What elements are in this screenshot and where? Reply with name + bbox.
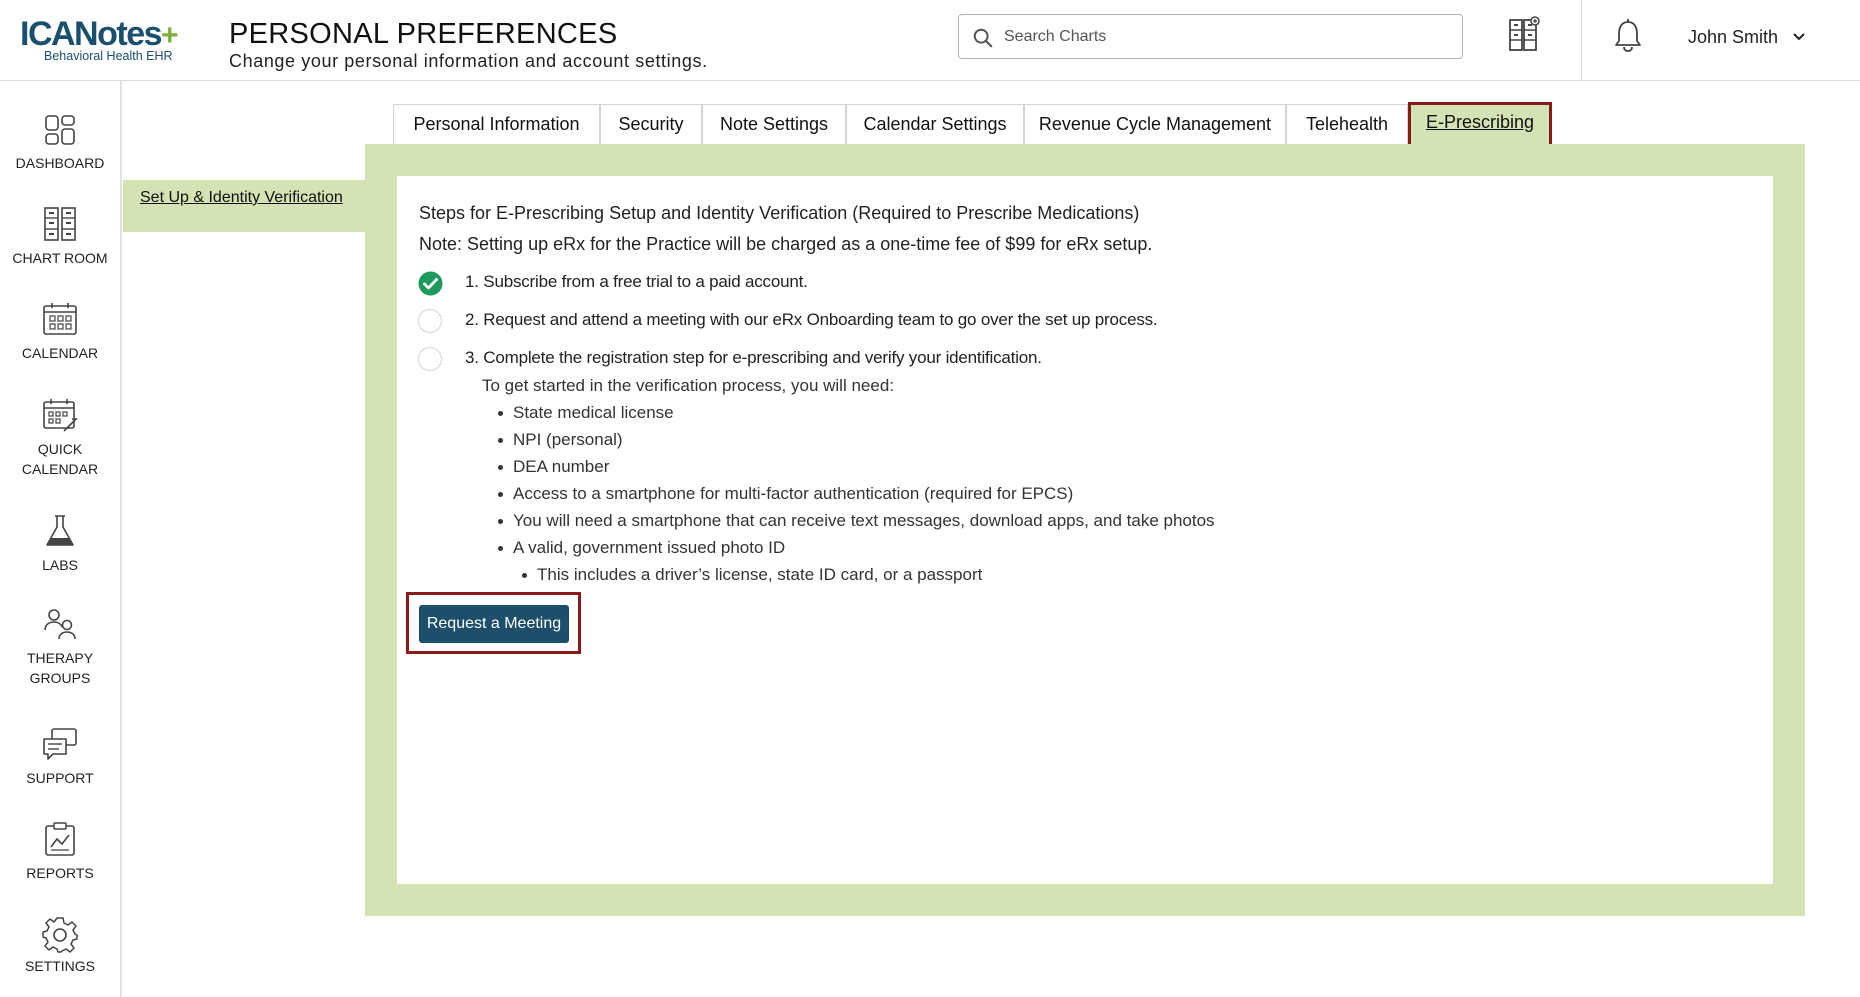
nav-support[interactable]: SUPPORT <box>0 726 120 788</box>
nav-quick-calendar-label-2: CALENDAR <box>21 461 99 477</box>
step-2-text: 2. Request and attend a meeting with our… <box>465 310 1158 329</box>
nav-calendar-label: CALENDAR <box>21 345 99 361</box>
tab-note-settings[interactable]: Note Settings <box>702 104 846 144</box>
header-divider <box>1581 0 1582 80</box>
nav-labs[interactable]: LABS <box>0 513 120 575</box>
nav-therapy-groups-label-2: GROUPS <box>29 670 91 686</box>
chevron-down-icon[interactable] <box>1792 30 1806 44</box>
request-meeting-button[interactable]: Request a Meeting <box>419 605 569 643</box>
empty-circle-icon <box>418 347 442 371</box>
page-subtitle: Change your personal information and acc… <box>229 51 708 71</box>
tab-revenue-cycle-management[interactable]: Revenue Cycle Management <box>1024 104 1286 144</box>
empty-circle-icon <box>418 309 442 333</box>
nav-reports-label: REPORTS <box>26 865 94 881</box>
requirement-item: State medical license <box>498 401 1215 428</box>
nav-support-label: SUPPORT <box>26 770 94 786</box>
requirements-intro: To get started in the verification proce… <box>482 376 894 395</box>
nav-quick-calendar[interactable]: QUICK CALENDAR <box>0 397 120 479</box>
tab-e-prescribing[interactable]: E-Prescribing <box>1408 102 1552 149</box>
setup-heading: Steps for E-Prescribing Setup and Identi… <box>419 203 1140 223</box>
logo-text: ICANotes <box>20 15 163 53</box>
nav-therapy-groups[interactable]: THERAPY GROUPS <box>0 606 120 688</box>
logo-tagline: Behavioral Health EHR <box>44 49 173 63</box>
fee-note: Note: Setting up eRx for the Practice wi… <box>419 234 1153 254</box>
requirement-item: DEA number <box>498 455 1215 482</box>
subnav-setup-identity-label: Set Up & Identity Verification <box>140 189 343 206</box>
search-input[interactable] <box>1004 23 1444 51</box>
nav-settings[interactable]: SETTINGS <box>0 916 120 976</box>
requirement-item: Access to a smartphone for multi-factor … <box>498 482 1215 509</box>
nav-quick-calendar-label-1: QUICK <box>37 441 83 457</box>
nav-dashboard-label: DASHBOARD <box>15 155 105 171</box>
chart-room-icon <box>44 207 76 241</box>
therapy-groups-icon <box>44 609 76 640</box>
dashboard-icon <box>45 115 75 145</box>
page-title: PERSONAL PREFERENCES <box>229 18 618 50</box>
search-box[interactable] <box>958 14 1463 59</box>
tab-calendar-settings[interactable]: Calendar Settings <box>846 104 1024 144</box>
nav-dashboard[interactable]: DASHBOARD <box>0 113 120 173</box>
tab-personal-information[interactable]: Personal Information <box>393 104 600 144</box>
user-menu-name[interactable]: John Smith <box>1688 27 1778 48</box>
charts-icon[interactable] <box>1508 16 1540 52</box>
bell-icon[interactable] <box>1612 18 1644 54</box>
support-chat-icon <box>43 728 77 760</box>
nav-therapy-groups-label-1: THERAPY <box>26 650 94 666</box>
step-3-text: 3. Complete the registration step for e-… <box>465 348 1042 367</box>
top-header: ICANotes+ Behavioral Health EHR PERSONAL… <box>0 0 1860 81</box>
subnav-setup-identity[interactable]: Set Up & Identity Verification <box>123 180 365 232</box>
requirement-item: You will need a smartphone that can rece… <box>498 509 1215 536</box>
tab-security[interactable]: Security <box>600 104 702 144</box>
calendar-icon <box>43 303 77 335</box>
nav-reports[interactable]: REPORTS <box>0 821 120 883</box>
tab-telehealth[interactable]: Telehealth <box>1286 104 1408 144</box>
step-1-text: 1. Subscribe from a free trial to a paid… <box>465 272 808 291</box>
search-icon <box>973 28 993 48</box>
flask-icon <box>46 515 74 546</box>
nav-chart-room[interactable]: CHART ROOM <box>0 206 120 268</box>
check-circle-icon <box>418 271 443 296</box>
quick-calendar-icon <box>43 399 78 432</box>
gear-icon <box>42 917 78 953</box>
icanotes-logo[interactable]: ICANotes+ Behavioral Health EHR <box>20 16 195 66</box>
left-sidebar: DASHBOARD CHART ROOM CALENDAR QUICK CALE… <box>0 81 122 997</box>
requirement-item: A valid, government issued photo ID <box>498 536 1215 563</box>
nav-settings-label: SETTINGS <box>24 958 95 974</box>
nav-chart-room-label: CHART ROOM <box>12 250 108 266</box>
nav-labs-label: LABS <box>42 557 78 573</box>
requirements-list: State medical license NPI (personal) DEA… <box>498 401 1215 590</box>
logo-plus: + <box>161 19 179 52</box>
nav-calendar[interactable]: CALENDAR <box>0 301 120 363</box>
reports-icon <box>45 822 75 856</box>
sub-requirement-item: This includes a driver’s license, state … <box>522 563 1215 590</box>
requirement-item: NPI (personal) <box>498 428 1215 455</box>
